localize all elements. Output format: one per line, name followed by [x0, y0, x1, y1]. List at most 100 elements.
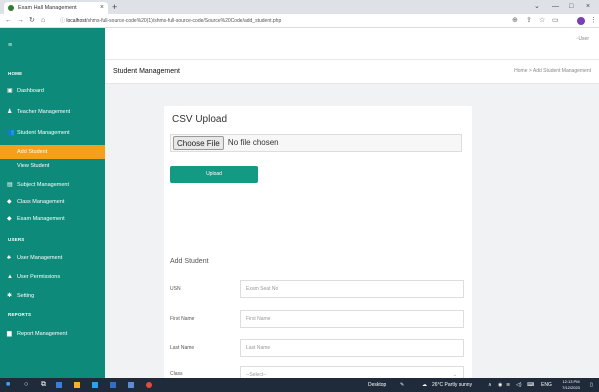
tray-chevron-icon[interactable]: ∧ — [488, 378, 492, 392]
os-taskbar: ■ ○ ⧉ Desktop ✎ ☁ 26°C Partly sunny ∧ ◉ … — [0, 378, 599, 392]
minimize-button[interactable]: — — [552, 1, 559, 13]
widgets-icon[interactable] — [56, 382, 62, 388]
star-icon[interactable]: ☆ — [539, 14, 545, 28]
first-name-input[interactable]: First Name — [240, 310, 464, 328]
page-title: Student Management — [113, 68, 180, 75]
store-icon[interactable] — [110, 382, 116, 388]
subject-icon: ▤ — [7, 182, 13, 188]
sidebar-item-dashboard[interactable]: ▣ Dashboard — [0, 84, 105, 98]
section-home: HOME — [8, 71, 23, 76]
dashboard-icon: ▣ — [7, 88, 13, 94]
user-management-icon: ♣ — [7, 255, 11, 261]
sidebar-item-label: Exam Management — [17, 216, 65, 222]
profile-avatar[interactable] — [577, 17, 585, 25]
report-icon: ▆ — [7, 331, 12, 337]
bookmark-tab-icon[interactable]: ⊕ — [512, 14, 518, 28]
file-explorer-icon[interactable] — [74, 382, 80, 388]
browser-tab[interactable]: Exam Hall Management × — [4, 2, 108, 14]
edge-browser-icon[interactable] — [92, 382, 98, 388]
windows-start-icon[interactable]: ■ — [6, 378, 10, 392]
exam-icon: ◆ — [7, 216, 12, 222]
sidebar: ≡ HOME ▣ Dashboard ♟ Teacher Management … — [0, 28, 105, 378]
window-close-button[interactable]: × — [586, 1, 590, 13]
app-icon[interactable] — [128, 382, 134, 388]
sidebar-item-add-student[interactable]: Add Student — [0, 145, 105, 159]
weather-text[interactable]: 26°C Partly sunny — [432, 378, 472, 392]
sidebar-item-user-management[interactable]: ♣ User Management — [0, 251, 105, 265]
home-button[interactable]: ⌂ — [41, 14, 45, 28]
sidebar-item-label: User Management — [17, 255, 63, 261]
sidebar-item-label: Setting — [17, 293, 35, 299]
csv-upload-title: CSV Upload — [172, 114, 228, 125]
tab-close-icon[interactable]: × — [100, 2, 104, 14]
choose-file-button[interactable]: Choose File — [173, 135, 224, 150]
sidebar-item-label: Report Management — [17, 331, 68, 337]
tray-apps-icon[interactable]: ◉ — [498, 378, 502, 392]
language-label[interactable]: ENG — [541, 378, 552, 392]
sidebar-item-setting[interactable]: ✱ Setting — [0, 289, 105, 303]
keyboard-icon[interactable]: ⌨ — [527, 378, 534, 392]
last-name-label: Last Name — [170, 345, 195, 351]
forward-button[interactable]: → — [17, 14, 24, 28]
volume-icon[interactable]: ◁) — [516, 378, 522, 392]
tab-title: Exam Hall Management — [18, 5, 77, 11]
teacher-icon: ♟ — [7, 109, 13, 115]
add-student-card: Add Student USN Exam Seat No First Name … — [164, 230, 472, 384]
tab-search-icon[interactable]: ⌄ — [534, 1, 540, 13]
sidebar-item-label: Teacher Management — [17, 109, 71, 115]
section-reports: REPORTS — [8, 312, 32, 317]
sidebar-item-student-management[interactable]: 👥 Student Management — [0, 126, 105, 140]
share-icon[interactable]: ⇪ — [526, 14, 532, 28]
sidebar-item-label: User Permissions — [17, 274, 61, 280]
sidebar-item-label: Class Management — [17, 199, 65, 205]
class-label: Class — [170, 371, 183, 377]
weather-icon: ☁ — [422, 382, 427, 388]
search-icon[interactable]: ○ — [24, 378, 28, 392]
section-users: USERS — [8, 237, 25, 242]
chrome-icon[interactable] — [146, 382, 152, 388]
sidebar-item-label: Student Management — [17, 130, 70, 136]
usn-input[interactable]: Exam Seat No — [240, 280, 464, 298]
desktop-label[interactable]: Desktop — [368, 378, 386, 392]
sidebar-item-class-management[interactable]: ◆ Class Management — [0, 195, 105, 209]
sidebar-item-report-management[interactable]: ▆ Report Management — [0, 327, 105, 341]
clock[interactable]: 12:13 PM 7/12/2023 — [556, 379, 586, 391]
task-view-icon[interactable]: ⧉ — [41, 378, 46, 392]
user-avatar[interactable]: ▫User — [577, 36, 589, 42]
menu-toggle-icon[interactable]: ≡ — [8, 42, 12, 49]
sidebar-item-exam-management[interactable]: ◆ Exam Management — [0, 212, 105, 226]
url-path: /shms-full-source-code%20(1)/shms-full-s… — [86, 18, 282, 24]
address-bar[interactable]: ⓘ localhost/shms-full-source-code%20(1)/… — [60, 16, 500, 26]
app-header: ▫User — [105, 28, 599, 60]
clock-date: 7/12/2023 — [562, 385, 580, 390]
user-label: User — [578, 36, 589, 42]
file-status: No file chosen — [227, 138, 279, 147]
add-student-subtitle: Add Student — [170, 258, 209, 265]
reload-button[interactable]: ↻ — [29, 14, 35, 28]
usn-label: USN — [170, 286, 181, 292]
site-favicon-icon — [8, 5, 14, 11]
sidebar-item-label: Add Student — [17, 149, 48, 155]
maximize-button[interactable]: □ — [569, 1, 573, 13]
sidebar-icon[interactable]: ▭ — [552, 14, 559, 28]
back-button[interactable]: ← — [5, 14, 12, 28]
sidebar-item-label: Subject Management — [17, 182, 69, 188]
file-input[interactable]: Choose File No file chosen — [170, 134, 462, 152]
url-host: localhost — [66, 18, 87, 24]
new-tab-button[interactable]: + — [112, 1, 117, 13]
upload-button[interactable]: Upload — [170, 166, 258, 183]
sidebar-item-teacher-management[interactable]: ♟ Teacher Management — [0, 105, 105, 119]
sidebar-item-label: Dashboard — [17, 88, 44, 94]
sidebar-item-user-permissions[interactable]: ▲ User Permissions — [0, 270, 105, 284]
sidebar-item-subject-management[interactable]: ▤ Subject Management — [0, 178, 105, 192]
students-icon: 👥 — [7, 130, 15, 136]
menu-icon[interactable]: ⋮ — [590, 14, 597, 28]
class-icon: ◆ — [7, 199, 12, 205]
breadcrumb[interactable]: Home > Add Student Management — [514, 68, 591, 74]
notifications-icon[interactable]: ▯ — [590, 378, 593, 392]
pen-icon[interactable]: ✎ — [400, 378, 404, 392]
page-header: Student Management Home > Add Student Ma… — [105, 60, 599, 84]
sidebar-item-view-student[interactable]: View Student — [0, 159, 105, 173]
last-name-input[interactable]: Last Name — [240, 339, 464, 357]
wifi-icon[interactable]: ≋ — [506, 378, 510, 392]
